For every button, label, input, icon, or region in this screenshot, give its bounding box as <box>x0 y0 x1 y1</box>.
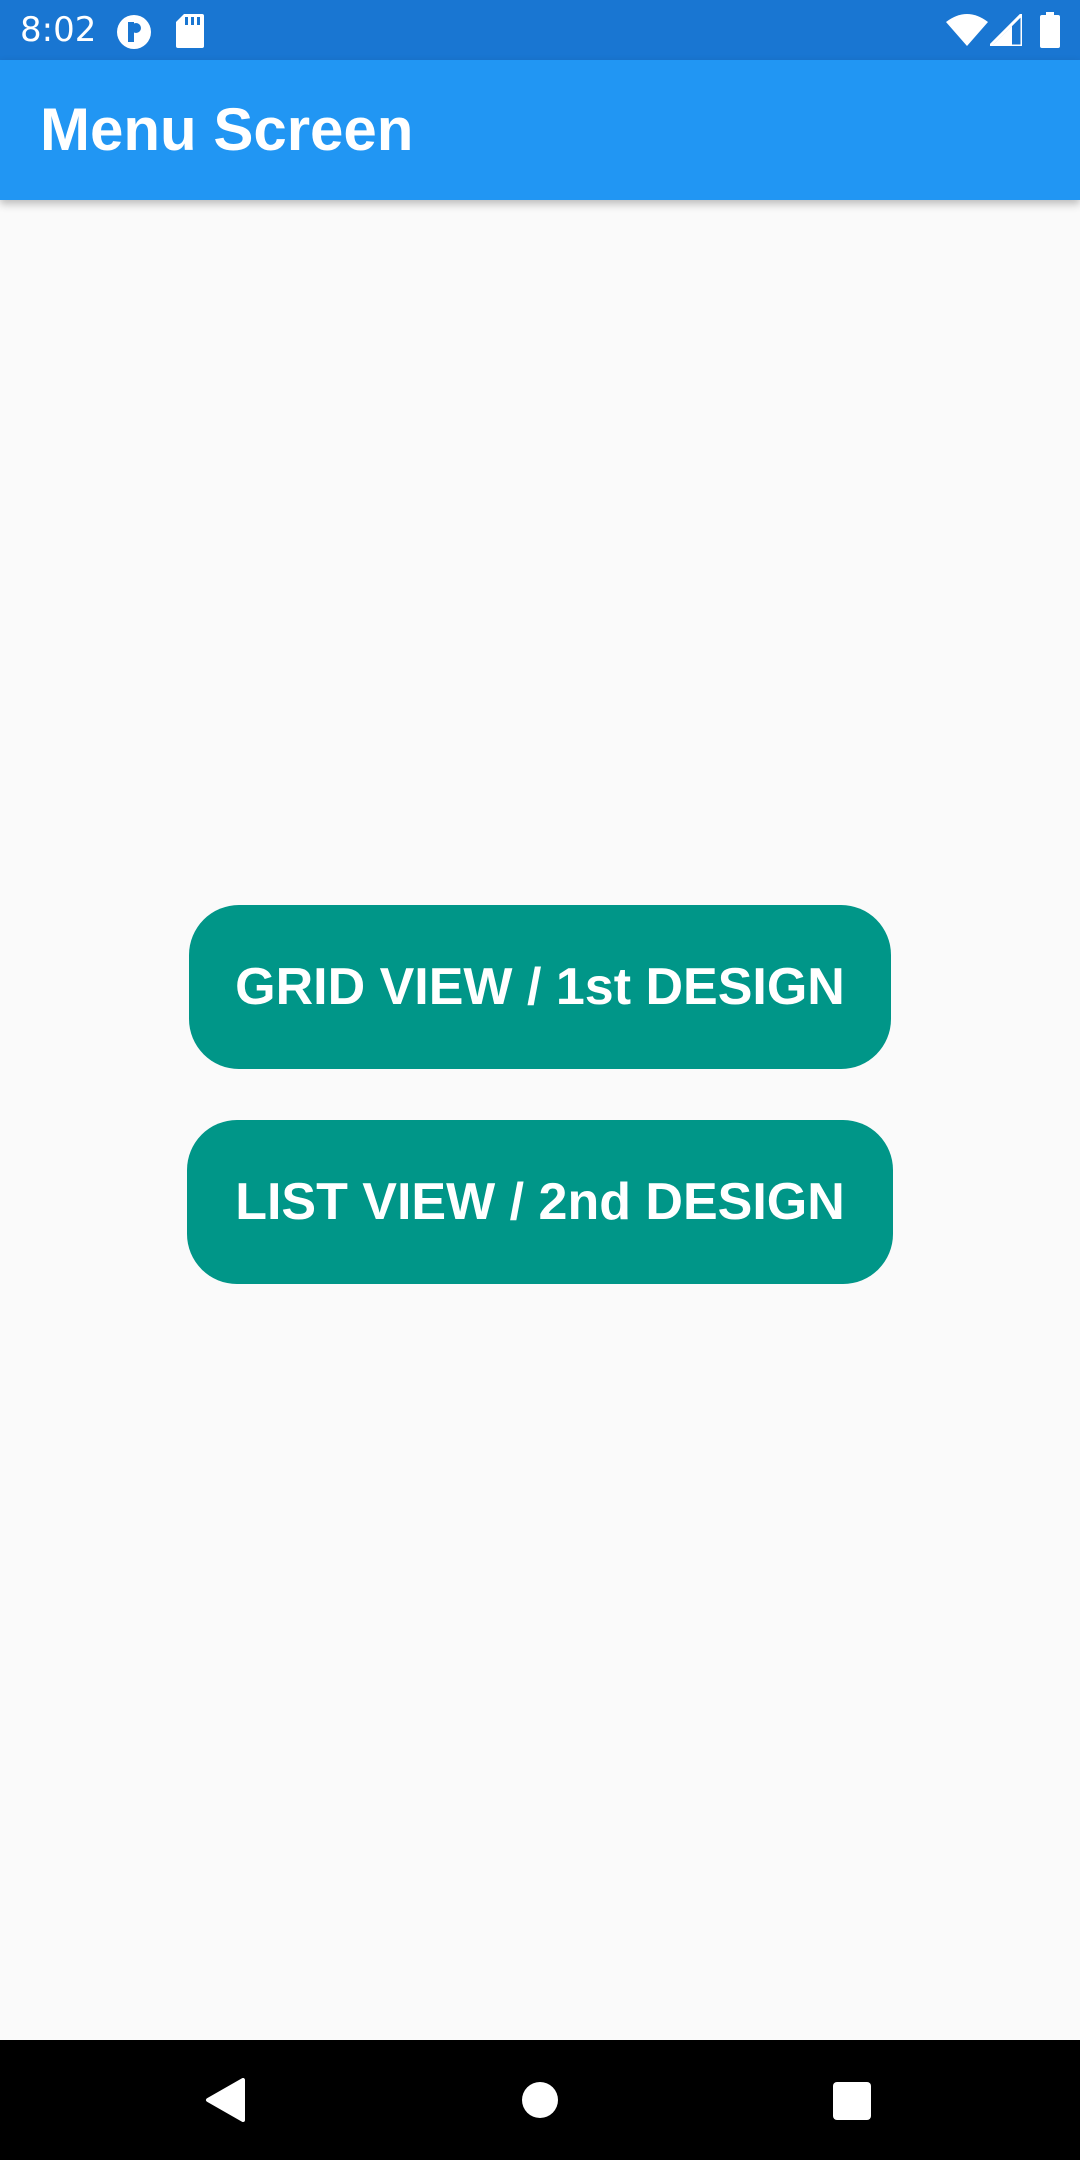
page-title: Menu Screen <box>40 96 414 163</box>
home-icon[interactable] <box>522 2082 558 2118</box>
status-time: 8:02 <box>20 10 97 50</box>
battery-icon <box>1040 12 1060 48</box>
sd-card-icon <box>176 14 204 48</box>
recents-icon[interactable] <box>833 2082 871 2120</box>
app-bar: Menu Screen <box>0 60 1080 200</box>
grid-view-button[interactable]: GRID VIEW / 1st DESIGN <box>189 905 891 1069</box>
status-bar: 8:02 <box>0 0 1080 60</box>
wifi-icon <box>946 14 988 46</box>
notification-app-icon <box>117 15 151 49</box>
list-view-button[interactable]: LIST VIEW / 2nd DESIGN <box>187 1120 893 1284</box>
menu-content: GRID VIEW / 1st DESIGN LIST VIEW / 2nd D… <box>0 200 1080 2040</box>
back-icon[interactable] <box>205 2078 245 2122</box>
cellular-signal-icon <box>990 14 1022 46</box>
navigation-bar <box>0 2040 1080 2160</box>
